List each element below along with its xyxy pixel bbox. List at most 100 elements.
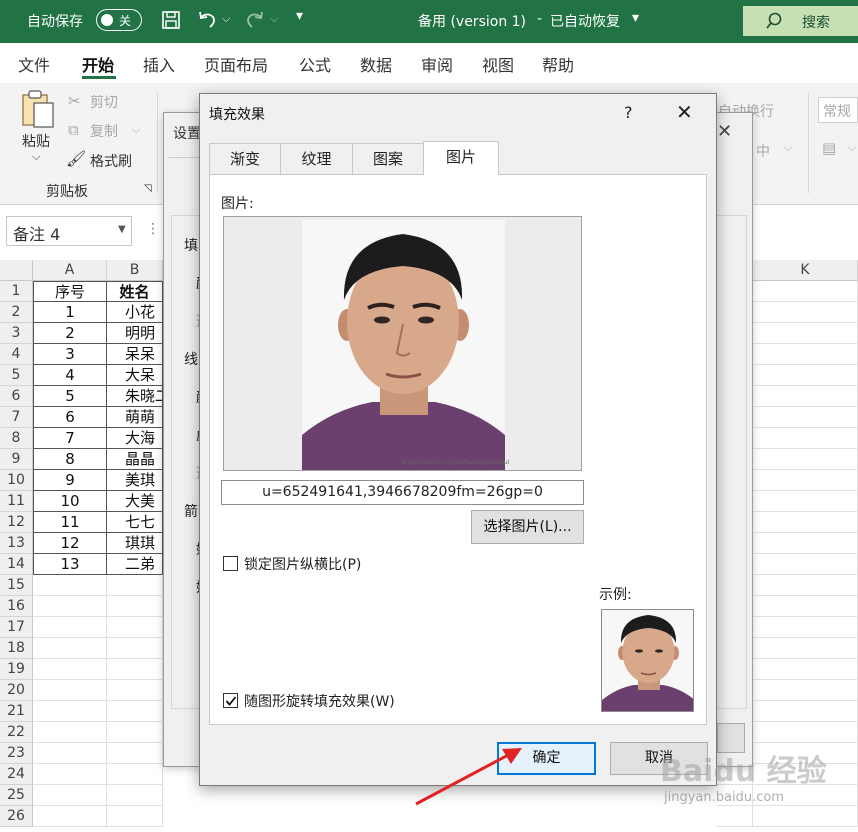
cell-name[interactable]: 朱晓二 — [107, 386, 163, 407]
undo-icon[interactable] — [196, 9, 218, 31]
accounting-format-icon[interactable]: ▤ — [822, 139, 836, 157]
grid-cell[interactable] — [753, 386, 858, 407]
cell-number[interactable]: 9 — [33, 470, 107, 491]
cell-name[interactable]: 七七 — [107, 512, 163, 533]
tab-help[interactable]: 帮助 — [542, 52, 574, 76]
grid-cell[interactable] — [753, 659, 858, 680]
autosave-toggle[interactable]: 关 — [96, 9, 142, 31]
row-header[interactable]: 3 — [0, 323, 33, 344]
row-header[interactable]: 18 — [0, 638, 33, 659]
accounting-dropdown-icon[interactable]: ⌵ — [848, 141, 856, 155]
grid-cell[interactable] — [753, 281, 858, 302]
cell-number[interactable] — [33, 743, 107, 764]
format-painter-icon[interactable]: 🖌 — [66, 149, 86, 168]
grid-cell[interactable] — [753, 512, 858, 533]
paste-dropdown-icon[interactable]: ⌵ — [32, 150, 40, 164]
grid-cell[interactable] — [753, 428, 858, 449]
cell-number[interactable] — [33, 764, 107, 785]
row-header[interactable]: 8 — [0, 428, 33, 449]
cell-name[interactable] — [107, 743, 163, 764]
cell-name[interactable]: 大呆 — [107, 365, 163, 386]
cell-number[interactable]: 10 — [33, 491, 107, 512]
paste-label[interactable]: 粘贴 — [22, 131, 50, 151]
grid-cell[interactable] — [753, 407, 858, 428]
grid-cell[interactable] — [753, 638, 858, 659]
cell-name[interactable] — [107, 701, 163, 722]
copy-icon[interactable]: ⧉ — [68, 121, 79, 139]
cell-name[interactable]: 明明 — [107, 323, 163, 344]
undo-dropdown-icon[interactable]: ⌵ — [222, 12, 230, 26]
grid-cell[interactable] — [753, 470, 858, 491]
number-format-select[interactable]: 常规 — [818, 97, 858, 123]
column-header-k[interactable]: K — [753, 260, 858, 281]
row-header[interactable]: 5 — [0, 365, 33, 386]
row-header[interactable]: 25 — [0, 785, 33, 806]
copy-label[interactable]: 复制 — [90, 121, 118, 141]
cell-number[interactable]: 2 — [33, 323, 107, 344]
grid-cell[interactable] — [753, 680, 858, 701]
row-header[interactable]: 19 — [0, 659, 33, 680]
cell-number[interactable] — [33, 617, 107, 638]
grid-cell[interactable] — [753, 344, 858, 365]
row-header[interactable]: 21 — [0, 701, 33, 722]
cell-number[interactable] — [33, 785, 107, 806]
grid-cell[interactable] — [753, 554, 858, 575]
row-header[interactable]: 15 — [0, 575, 33, 596]
cell-name[interactable] — [107, 596, 163, 617]
paste-icon[interactable] — [20, 89, 56, 133]
cell-number[interactable]: 6 — [33, 407, 107, 428]
cell-number[interactable] — [33, 638, 107, 659]
row-header[interactable]: 13 — [0, 533, 33, 554]
cell-number[interactable]: 5 — [33, 386, 107, 407]
cell-number[interactable]: 3 — [33, 344, 107, 365]
merge-dropdown-icon[interactable]: ⌵ — [784, 141, 792, 155]
help-icon[interactable]: ? — [624, 103, 633, 122]
grid-cell[interactable] — [753, 302, 858, 323]
tab-data[interactable]: 数据 — [360, 52, 392, 76]
cell-name[interactable]: 大美 — [107, 491, 163, 512]
cell-name[interactable] — [107, 764, 163, 785]
tab-pattern[interactable]: 图案 — [352, 143, 424, 175]
cell-number[interactable] — [33, 722, 107, 743]
grid-cell[interactable] — [753, 365, 858, 386]
lock-aspect-checkbox[interactable] — [223, 556, 238, 571]
cell-number[interactable]: 4 — [33, 365, 107, 386]
row-header[interactable]: 12 — [0, 512, 33, 533]
redo-icon[interactable] — [244, 9, 266, 31]
tab-review[interactable]: 审阅 — [421, 52, 453, 76]
cut-label[interactable]: 剪切 — [90, 92, 118, 112]
merge-center-label[interactable]: 中 — [756, 141, 770, 161]
rotate-with-shape-checkbox[interactable] — [223, 693, 238, 708]
grid-cell[interactable] — [753, 722, 858, 743]
cell-name[interactable] — [107, 575, 163, 596]
cut-icon[interactable]: ✂ — [68, 92, 81, 110]
bg-dialog-close-icon[interactable]: ✕ — [717, 121, 732, 142]
cell-number[interactable] — [33, 806, 107, 827]
cell-number[interactable]: 13 — [33, 554, 107, 575]
cell-number[interactable]: 8 — [33, 449, 107, 470]
tab-home[interactable]: 开始 — [82, 52, 114, 76]
cell-name[interactable]: 呆呆 — [107, 344, 163, 365]
cell-name[interactable] — [107, 806, 163, 827]
cell-name[interactable]: 小花 — [107, 302, 163, 323]
row-header[interactable]: 1 — [0, 281, 33, 302]
cell-name[interactable] — [107, 680, 163, 701]
cell-name[interactable]: 萌萌 — [107, 407, 163, 428]
row-header[interactable]: 20 — [0, 680, 33, 701]
grid-cell[interactable] — [753, 596, 858, 617]
lock-aspect-label[interactable]: 锁定图片纵横比(P) — [244, 554, 361, 574]
cell-name[interactable]: 二弟 — [107, 554, 163, 575]
status-dropdown-icon[interactable]: ▾ — [632, 10, 639, 26]
grid-cell[interactable] — [753, 449, 858, 470]
redo-dropdown-icon[interactable]: ⌵ — [270, 12, 278, 26]
cell-number[interactable] — [33, 680, 107, 701]
save-icon[interactable] — [160, 9, 182, 31]
row-header[interactable]: 7 — [0, 407, 33, 428]
cell-name[interactable]: 琪琪 — [107, 533, 163, 554]
grid-cell[interactable] — [753, 701, 858, 722]
cell-name[interactable] — [107, 638, 163, 659]
copy-dropdown-icon[interactable]: ⌵ — [132, 123, 140, 137]
cell-name[interactable]: 大海 — [107, 428, 163, 449]
grid-cell[interactable] — [753, 491, 858, 512]
column-header-b[interactable]: B — [107, 260, 163, 281]
